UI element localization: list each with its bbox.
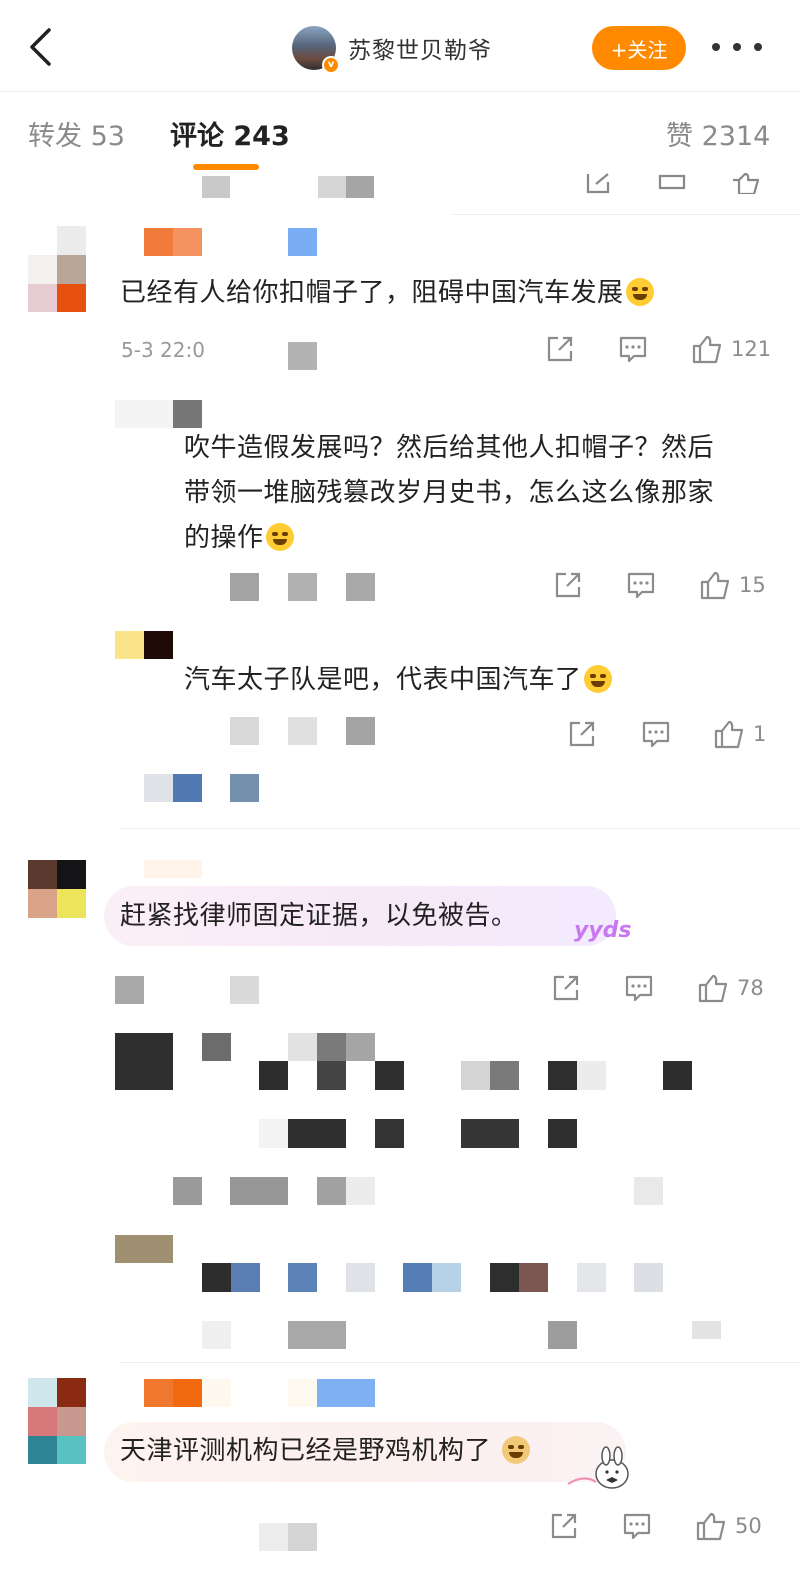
comment-text: 赶紧找律师固定证据，以免被告。 bbox=[120, 901, 518, 931]
divider bbox=[452, 214, 800, 215]
like-button[interactable]: 1 bbox=[713, 719, 766, 749]
share-icon bbox=[555, 572, 581, 598]
username-mosaic[interactable] bbox=[202, 1379, 231, 1407]
comment-icon[interactable] bbox=[658, 174, 686, 194]
like-button[interactable]: 15 bbox=[699, 570, 766, 600]
share-icon[interactable] bbox=[584, 172, 612, 194]
reply-text: 吹牛造假发展吗？然后给其他人扣帽子？然后 带领一堆脑残篡改岁月史书，怎么这么像那… bbox=[184, 433, 715, 553]
avatar[interactable] bbox=[28, 226, 86, 312]
share-button[interactable] bbox=[567, 719, 597, 749]
comment-actions: 78 bbox=[0, 973, 800, 1005]
share-icon bbox=[569, 721, 595, 747]
like-count: 121 bbox=[731, 337, 772, 361]
like-count: 78 bbox=[737, 976, 764, 1000]
tab-active-indicator bbox=[193, 164, 259, 170]
comment-text: 已经有人给你扣帽子了，阻碍中国汽车发展 bbox=[120, 272, 654, 315]
comment-icon bbox=[619, 336, 647, 363]
share-icon bbox=[551, 1513, 577, 1539]
comment-button[interactable] bbox=[618, 334, 648, 364]
share-button[interactable] bbox=[553, 570, 583, 600]
like-button[interactable]: 78 bbox=[697, 973, 764, 1003]
username-mosaic[interactable] bbox=[173, 228, 202, 256]
comment-actions: 121 bbox=[0, 334, 800, 366]
author-name[interactable]: 苏黎世贝勒爷 bbox=[348, 31, 492, 65]
reply-actions: 1 bbox=[0, 719, 800, 751]
comment-button[interactable] bbox=[641, 719, 671, 749]
username-mosaic[interactable] bbox=[115, 631, 144, 659]
laugh-cry-emoji-icon bbox=[625, 278, 654, 306]
like-button[interactable]: 121 bbox=[691, 334, 771, 364]
username-mosaic[interactable] bbox=[144, 228, 173, 256]
tab-likes[interactable]: 赞 2314 bbox=[666, 114, 770, 153]
divider bbox=[120, 1362, 800, 1363]
username-mosaic[interactable] bbox=[173, 400, 202, 428]
more-replies-mosaic[interactable] bbox=[144, 774, 173, 802]
comment-text: 天津评测机构已经是野鸡机构了 bbox=[120, 1430, 530, 1473]
like-count: 50 bbox=[735, 1514, 762, 1538]
avatar[interactable]: v bbox=[292, 26, 340, 74]
comment-icon bbox=[625, 975, 653, 1002]
avatar[interactable] bbox=[28, 860, 86, 918]
tab-bar: 转发 53 评论 243 赞 2314 bbox=[0, 92, 800, 176]
doge-emoji-icon bbox=[501, 1436, 530, 1464]
username-mosaic[interactable] bbox=[144, 860, 202, 878]
username-mosaic[interactable] bbox=[115, 400, 173, 428]
share-icon bbox=[547, 336, 573, 362]
comment-button[interactable] bbox=[622, 1511, 652, 1541]
mosaic-block bbox=[346, 176, 374, 198]
laugh-cry-emoji-icon bbox=[265, 523, 294, 551]
like-count: 15 bbox=[739, 573, 766, 597]
username-mosaic[interactable] bbox=[288, 1379, 317, 1407]
comment-actions: 50 bbox=[0, 1511, 800, 1543]
like-icon bbox=[696, 1512, 726, 1541]
share-icon bbox=[553, 975, 579, 1001]
comment-icon bbox=[642, 721, 670, 748]
username-mosaic[interactable] bbox=[144, 1379, 173, 1407]
tab-comments[interactable]: 评论 243 bbox=[170, 114, 290, 153]
comment-icon bbox=[623, 1513, 651, 1540]
bunny-sticker-icon bbox=[567, 1446, 629, 1489]
like-icon bbox=[700, 571, 730, 600]
share-button[interactable] bbox=[549, 1511, 579, 1541]
author-info[interactable]: v 苏黎世贝勒爷 bbox=[292, 24, 492, 74]
mosaic-block bbox=[318, 176, 346, 198]
share-button[interactable] bbox=[545, 334, 575, 364]
like-icon[interactable] bbox=[730, 172, 762, 194]
username-mosaic[interactable] bbox=[144, 631, 173, 659]
yyds-sticker: yyds bbox=[574, 918, 632, 943]
back-button[interactable] bbox=[18, 22, 62, 72]
surprised-emoji-icon bbox=[583, 665, 612, 693]
more-replies-mosaic[interactable] bbox=[173, 774, 202, 802]
mosaic-block bbox=[202, 176, 230, 198]
like-icon bbox=[692, 335, 722, 364]
verified-badge-icon: v bbox=[322, 56, 340, 74]
avatar[interactable] bbox=[28, 1378, 86, 1464]
like-icon bbox=[698, 974, 728, 1003]
follow-button[interactable]: +关注 bbox=[592, 26, 686, 70]
tab-repost[interactable]: 转发 53 bbox=[28, 114, 125, 153]
comment-button[interactable] bbox=[626, 570, 656, 600]
top-bar: v 苏黎世贝勒爷 +关注 bbox=[0, 0, 800, 92]
comment-button[interactable] bbox=[624, 973, 654, 1003]
like-icon bbox=[714, 720, 744, 749]
reply-text: 汽车太子队是吧，代表中国汽车了 bbox=[184, 659, 612, 702]
more-icon[interactable] bbox=[712, 30, 762, 64]
share-button[interactable] bbox=[551, 973, 581, 1003]
back-arrow-icon bbox=[30, 28, 51, 66]
more-replies-mosaic[interactable] bbox=[230, 774, 259, 802]
username-mosaic[interactable] bbox=[173, 1379, 202, 1407]
divider bbox=[120, 828, 800, 829]
username-mosaic[interactable] bbox=[317, 1379, 375, 1407]
like-count: 1 bbox=[753, 722, 767, 746]
username-mosaic[interactable] bbox=[288, 228, 317, 256]
like-button[interactable]: 50 bbox=[695, 1511, 762, 1541]
comment-icon bbox=[627, 572, 655, 599]
reply-actions: 15 bbox=[0, 570, 800, 602]
